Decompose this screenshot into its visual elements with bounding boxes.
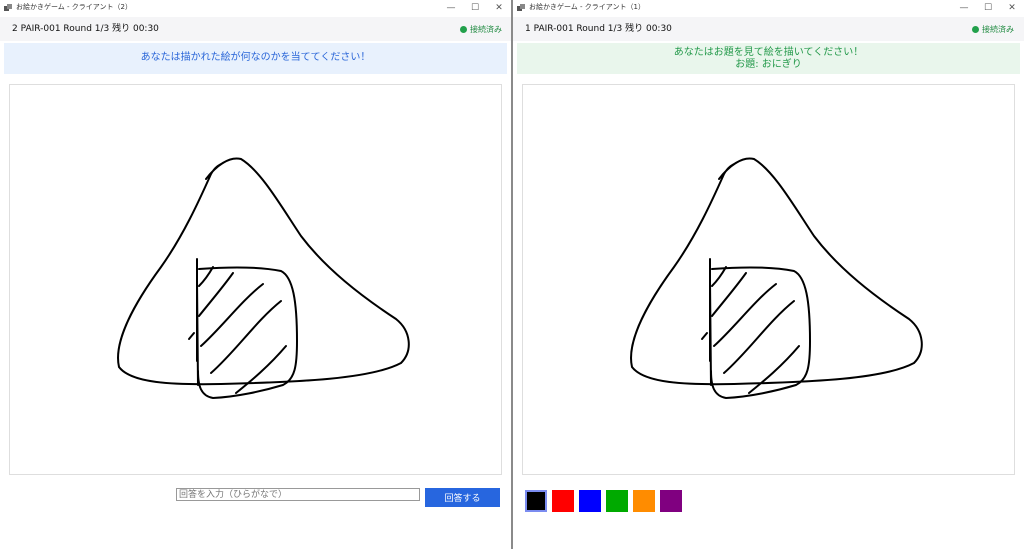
- drawer-window: お絵かきゲーム - クライアント（1） — ☐ ✕ 1 PAIR-001 Rou…: [513, 0, 1024, 549]
- window-title: お絵かきゲーム - クライアント（2）: [16, 3, 132, 11]
- window-title: お絵かきゲーム - クライアント（1）: [529, 3, 645, 11]
- connected-indicator-icon: [972, 26, 979, 33]
- app-icon: [4, 4, 12, 11]
- maximize-button[interactable]: ☐: [463, 0, 487, 16]
- color-swatch-purple[interactable]: [660, 490, 682, 512]
- submit-answer-button[interactable]: 回答する: [425, 488, 500, 507]
- color-swatch-blue[interactable]: [579, 490, 601, 512]
- status-bar: 2 PAIR-001 Round 1/3 残り 00:30 接続済み: [0, 17, 511, 41]
- app-icon: [517, 4, 525, 11]
- instruction-text: あなたは描かれた絵が何なのかを当ててください！: [140, 52, 371, 63]
- minimize-button[interactable]: —: [439, 0, 463, 16]
- topic-text: お題: おにぎり: [735, 59, 802, 70]
- drawing-canvas: [9, 84, 502, 475]
- color-swatch-red[interactable]: [552, 490, 574, 512]
- color-swatch-black[interactable]: [525, 490, 547, 512]
- color-swatch-orange[interactable]: [633, 490, 655, 512]
- connection-status: 接続済み: [982, 25, 1014, 34]
- round-status: 2 PAIR-001 Round 1/3 残り 00:30: [12, 24, 159, 34]
- title-bar[interactable]: お絵かきゲーム - クライアント（2） — ☐ ✕: [0, 0, 511, 16]
- guesser-window: お絵かきゲーム - クライアント（2） — ☐ ✕ 2 PAIR-001 Rou…: [0, 0, 511, 549]
- round-status: 1 PAIR-001 Round 1/3 残り 00:30: [525, 24, 672, 34]
- title-bar[interactable]: お絵かきゲーム - クライアント（1） — ☐ ✕: [513, 0, 1024, 16]
- status-bar: 1 PAIR-001 Round 1/3 残り 00:30 接続済み: [513, 17, 1024, 41]
- connection-status: 接続済み: [470, 25, 502, 34]
- instruction-banner: あなたは描かれた絵が何なのかを当ててください！: [4, 43, 507, 74]
- answer-input[interactable]: [176, 488, 420, 501]
- instruction-banner: あなたはお題を見て絵を描いてください！ お題: おにぎり: [517, 43, 1020, 74]
- drawn-picture: [117, 157, 410, 399]
- connected-indicator-icon: [460, 26, 467, 33]
- maximize-button[interactable]: ☐: [976, 0, 1000, 16]
- minimize-button[interactable]: —: [952, 0, 976, 16]
- drawing-canvas[interactable]: [522, 84, 1015, 475]
- close-button[interactable]: ✕: [487, 0, 511, 16]
- drawn-picture: [630, 157, 923, 399]
- instruction-text: あなたはお題を見て絵を描いてください！: [673, 47, 864, 58]
- close-button[interactable]: ✕: [1000, 0, 1024, 16]
- color-swatch-green[interactable]: [606, 490, 628, 512]
